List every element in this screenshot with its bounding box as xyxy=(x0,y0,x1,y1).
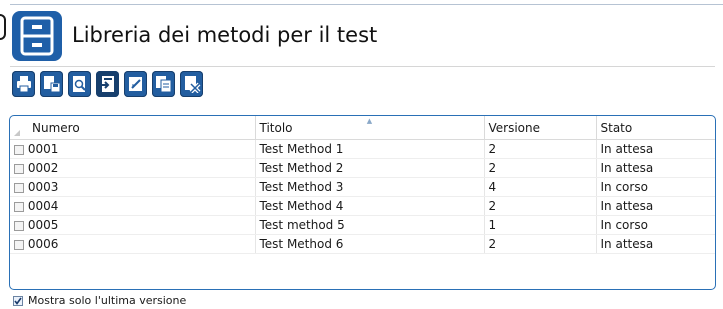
row-checkbox[interactable] xyxy=(14,182,24,193)
header-divider xyxy=(10,66,715,67)
import-icon xyxy=(99,76,114,92)
column-header-stato[interactable]: Stato xyxy=(596,116,715,140)
latest-version-checkbox[interactable] xyxy=(13,295,23,306)
cell-numero: 0003 xyxy=(27,180,59,194)
table-row[interactable]: 0005 Test method 5 1 In corso xyxy=(10,215,715,235)
cell-numero: 0001 xyxy=(27,142,59,156)
delete-icon xyxy=(184,76,200,93)
table-row[interactable]: 0001 Test Method 1 2 In attesa xyxy=(10,139,715,159)
cell-versione: 2 xyxy=(484,158,597,178)
cell-stato: In attesa xyxy=(596,196,715,216)
edit-icon xyxy=(128,77,142,91)
cell-numero: 0004 xyxy=(27,199,59,213)
cell-versione: 2 xyxy=(484,139,597,159)
column-header-versione[interactable]: Versione xyxy=(484,116,597,140)
cell-versione: 2 xyxy=(484,196,597,216)
row-checkbox[interactable] xyxy=(14,220,24,231)
print-icon xyxy=(16,76,31,93)
table-row[interactable]: 0002 Test Method 2 2 In attesa xyxy=(10,158,715,178)
sort-ascending-icon: ▲ xyxy=(366,117,373,125)
save-button[interactable] xyxy=(40,71,63,97)
cell-stato: In corso xyxy=(596,177,715,197)
top-border xyxy=(10,4,723,5)
cell-stato: In attesa xyxy=(596,158,715,178)
copy-button[interactable] xyxy=(152,71,175,97)
table-header-row: Numero ▲ Titolo Versione Stato xyxy=(10,116,715,140)
cell-numero: 0002 xyxy=(27,161,59,175)
toolbar xyxy=(12,71,203,101)
checkmark-icon xyxy=(14,297,22,305)
import-button[interactable] xyxy=(96,71,119,97)
cell-versione: 4 xyxy=(484,177,597,197)
edit-button[interactable] xyxy=(124,71,147,97)
save-icon xyxy=(43,76,60,93)
cell-numero: 0005 xyxy=(27,218,59,232)
window-edge xyxy=(0,14,6,40)
cell-titolo: Test Method 1 xyxy=(255,139,485,159)
column-header-titolo[interactable]: ▲ Titolo xyxy=(255,116,485,140)
cell-titolo: Test Method 2 xyxy=(255,158,485,178)
cell-titolo: Test method 5 xyxy=(255,215,485,235)
page-title: Libreria dei metodi per il test xyxy=(72,23,378,47)
latest-version-label: Mostra solo l'ultima versione xyxy=(28,294,187,307)
cell-titolo: Test Method 3 xyxy=(255,177,485,197)
preview-icon xyxy=(72,76,86,92)
delete-button[interactable] xyxy=(180,71,203,97)
cell-stato: In corso xyxy=(596,215,715,235)
row-checkbox[interactable] xyxy=(14,239,24,250)
cell-versione: 2 xyxy=(484,234,597,254)
cell-versione: 1 xyxy=(484,215,597,235)
print-button[interactable] xyxy=(12,71,35,97)
select-all-corner xyxy=(14,130,20,136)
cell-numero: 0006 xyxy=(27,237,59,251)
row-checkbox[interactable] xyxy=(14,201,24,212)
table-row[interactable]: 0004 Test Method 4 2 In attesa xyxy=(10,196,715,216)
cell-stato: In attesa xyxy=(596,234,715,254)
preview-button[interactable] xyxy=(68,71,91,97)
row-checkbox[interactable] xyxy=(14,144,24,155)
methods-table: Numero ▲ Titolo Versione Stato 0001 Test… xyxy=(9,115,716,290)
cell-titolo: Test Method 6 xyxy=(255,234,485,254)
column-header-numero[interactable]: Numero xyxy=(10,116,256,140)
cell-titolo: Test Method 4 xyxy=(255,196,485,216)
cell-stato: In attesa xyxy=(596,139,715,159)
latest-version-option[interactable]: Mostra solo l'ultima versione xyxy=(13,294,186,307)
file-cabinet-icon xyxy=(12,11,62,61)
row-checkbox[interactable] xyxy=(14,163,24,174)
copy-icon xyxy=(155,76,171,93)
table-row[interactable]: 0003 Test Method 3 4 In corso xyxy=(10,177,715,197)
table-row[interactable]: 0006 Test Method 6 2 In attesa xyxy=(10,234,715,254)
